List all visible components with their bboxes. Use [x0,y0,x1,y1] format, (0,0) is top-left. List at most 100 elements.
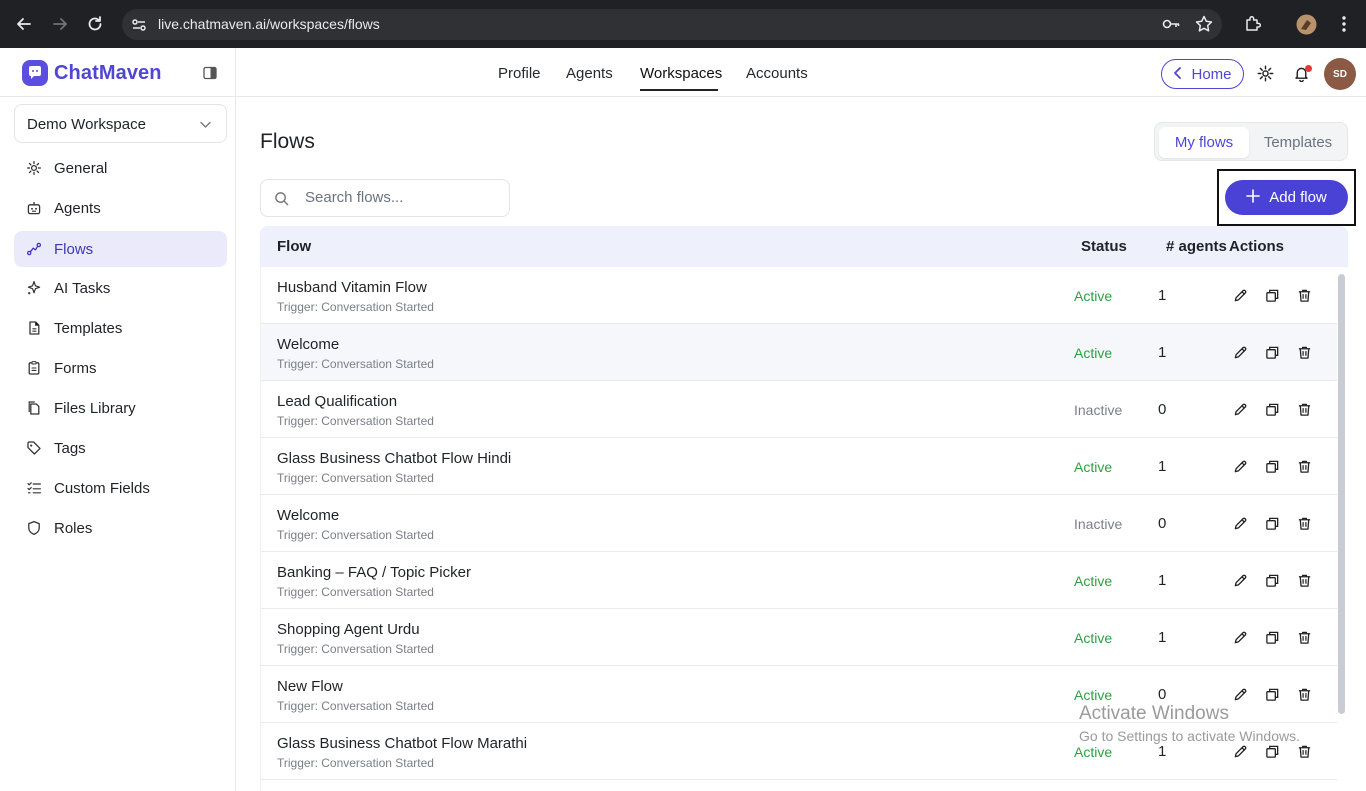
nav-accounts[interactable]: Accounts [746,65,808,82]
sidebar-item-ai-tasks[interactable]: AI Tasks [14,270,227,306]
flow-name[interactable]: Glass Business Chatbot Flow Marathi [277,735,527,752]
sidebar-item-templates[interactable]: Templates [14,310,227,346]
search-box [260,179,510,217]
home-button[interactable]: Home [1161,59,1244,89]
site-settings-icon[interactable] [130,16,148,39]
column-flow[interactable]: Flow [277,238,311,255]
delete-trash-icon[interactable] [1295,286,1313,304]
delete-trash-icon[interactable] [1295,685,1313,703]
sidebar-item-forms[interactable]: Forms [14,350,227,386]
tab-templates[interactable]: Templates [1251,127,1345,158]
add-flow-button[interactable]: Add flow [1225,180,1348,215]
delete-trash-icon[interactable] [1295,343,1313,361]
bookmark-star-icon[interactable] [1194,14,1214,39]
sidebar-item-flows[interactable]: Flows [14,231,227,267]
table-row[interactable]: Glass Business Chatbot Flow Hindi Trigger… [261,438,1337,495]
nav-active-underline [640,89,718,91]
duplicate-icon[interactable] [1263,571,1281,589]
delete-trash-icon[interactable] [1295,571,1313,589]
delete-trash-icon[interactable] [1295,742,1313,760]
back-arrow-icon[interactable] [14,14,34,34]
home-label: Home [1191,65,1232,83]
sidebar-item-general[interactable]: General [14,150,227,186]
sidebar-item-label: Forms [54,359,97,377]
flow-name[interactable]: Welcome [277,507,339,524]
table-row[interactable]: Welcome Trigger: Conversation Started Acti… [261,324,1337,381]
agents-count: 0 [1158,401,1167,418]
reload-icon[interactable] [85,14,105,34]
table-row[interactable]: Shopping Agent Urdu Trigger: Conversation… [261,609,1337,666]
table-row[interactable]: Banking – FAQ / Topic Picker Trigger: Con… [261,552,1337,609]
flow-name[interactable]: Husband Vitamin Flow [277,279,427,296]
delete-trash-icon[interactable] [1295,457,1313,475]
flow-name[interactable]: Banking – FAQ / Topic Picker [277,564,471,581]
nav-agents[interactable]: Agents [566,65,613,82]
tab-my-flows[interactable]: My flows [1159,127,1249,158]
nav-workspaces[interactable]: Workspaces [640,65,722,82]
edit-pencil-icon[interactable] [1231,457,1249,475]
duplicate-icon[interactable] [1263,343,1281,361]
column-status[interactable]: Status [1081,238,1127,255]
workspace-select[interactable]: Demo Workspace [14,104,227,143]
duplicate-icon[interactable] [1263,685,1281,703]
nav-profile[interactable]: Profile [498,65,541,82]
flow-trigger: Trigger: Conversation Started [277,300,434,314]
flow-name[interactable]: Welcome [277,336,339,353]
avatar[interactable]: SD [1324,58,1356,90]
agents-count: 1 [1158,572,1167,589]
delete-trash-icon[interactable] [1295,400,1313,418]
sidebar-toggle-icon[interactable] [203,66,217,85]
agents-count: 1 [1158,629,1167,646]
sidebar-item-agents[interactable]: Agents [14,190,227,226]
duplicate-icon[interactable] [1263,400,1281,418]
tag-icon [25,439,43,457]
flow-trigger: Trigger: Conversation Started [277,699,434,713]
address-bar[interactable]: live.chatmaven.ai/workspaces/flows [122,9,1222,40]
sidebar-item-tags[interactable]: Tags [14,430,227,466]
duplicate-icon[interactable] [1263,628,1281,646]
password-key-icon[interactable] [1161,14,1181,39]
app-header: ChatMaven Profile Agents Workspaces Acco… [0,48,1366,97]
search-input[interactable] [305,189,495,206]
edit-pencil-icon[interactable] [1231,400,1249,418]
sidebar-item-label: Roles [54,519,93,537]
logo[interactable]: ChatMaven [22,60,162,86]
status-badge: Active [1074,744,1113,760]
flow-name[interactable]: Glass Business Chatbot Flow Hindi [277,450,511,467]
agents-count: 1 [1158,743,1167,760]
table-row[interactable]: Lead Qualification Trigger: Conversation … [261,381,1337,438]
edit-pencil-icon[interactable] [1231,628,1249,646]
sidebar-item-custom-fields[interactable]: Custom Fields [14,470,227,506]
edit-pencil-icon[interactable] [1231,742,1249,760]
edit-pencil-icon[interactable] [1231,685,1249,703]
flow-trigger: Trigger: Conversation Started [277,357,434,371]
edit-pencil-icon[interactable] [1231,343,1249,361]
column-agents[interactable]: # agents [1166,238,1227,255]
duplicate-icon[interactable] [1263,286,1281,304]
edit-pencil-icon[interactable] [1231,514,1249,532]
edit-pencil-icon[interactable] [1231,286,1249,304]
status-badge: Inactive [1074,516,1123,532]
forward-arrow-icon[interactable] [50,14,70,34]
settings-gear-icon[interactable] [1257,65,1274,87]
duplicate-icon[interactable] [1263,514,1281,532]
flow-name[interactable]: New Flow [277,678,343,695]
table-row[interactable]: Husband Vitamin Flow Trigger: Conversatio… [261,267,1337,324]
sidebar-item-files-library[interactable]: Files Library [14,390,227,426]
sidebar-item-roles[interactable]: Roles [14,510,227,546]
gear-icon [25,159,43,177]
flow-icon [25,240,43,258]
profile-avatar-icon[interactable] [1296,14,1317,40]
windows-watermark-subtitle: Go to Settings to activate Windows. [1079,728,1300,744]
duplicate-icon[interactable] [1263,457,1281,475]
extensions-puzzle-icon[interactable] [1243,14,1263,39]
flow-name[interactable]: Lead Qualification [277,393,397,410]
table-row[interactable]: Welcome Trigger: Conversation Started Inac… [261,495,1337,552]
edit-pencil-icon[interactable] [1231,571,1249,589]
delete-trash-icon[interactable] [1295,628,1313,646]
table-scrollbar[interactable] [1338,274,1345,714]
browser-menu-icon[interactable] [1334,14,1354,39]
duplicate-icon[interactable] [1263,742,1281,760]
delete-trash-icon[interactable] [1295,514,1313,532]
flow-name[interactable]: Shopping Agent Urdu [277,621,420,638]
